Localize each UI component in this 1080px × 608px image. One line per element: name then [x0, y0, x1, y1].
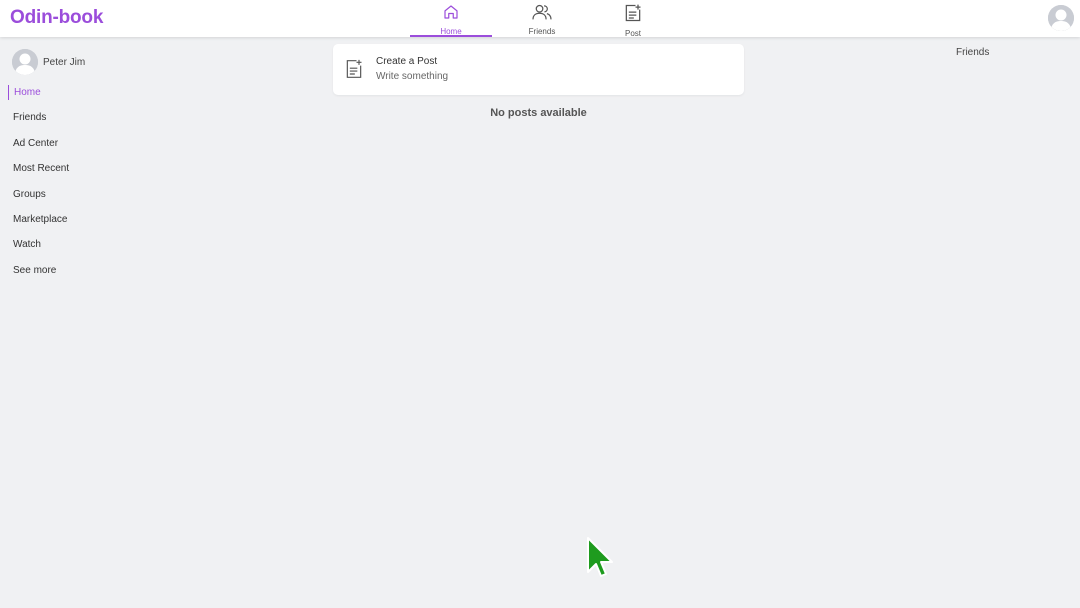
create-post-card[interactable]: Create a Post Write something: [333, 44, 744, 95]
create-post-subtitle: Write something: [376, 71, 449, 82]
sidebar-item-groups[interactable]: Groups: [0, 186, 69, 211]
tab-friends-label: Friends: [528, 27, 556, 36]
mouse-cursor-icon: [586, 536, 614, 585]
friends-icon: [531, 3, 553, 26]
tab-home-label: Home: [440, 27, 462, 36]
sidebar-item-watch[interactable]: Watch: [0, 236, 69, 261]
sidebar-item-see-more[interactable]: See more: [0, 262, 69, 287]
sidebar-item-most-recent[interactable]: Most Recent: [0, 160, 69, 185]
create-post-title: Create a Post: [376, 56, 438, 67]
tab-home[interactable]: Home: [410, 0, 492, 37]
home-icon: [442, 3, 460, 26]
top-bar: Odin-book Home Friends Post: [0, 0, 1080, 38]
sidebar-item-marketplace[interactable]: Marketplace: [0, 211, 69, 236]
account-avatar[interactable]: [1048, 5, 1074, 31]
friends-panel-heading: Friends: [956, 47, 990, 58]
profile-link[interactable]: Peter Jim: [12, 49, 86, 75]
avatar: [12, 49, 38, 75]
tab-post-label: Post: [624, 29, 641, 38]
profile-name: Peter Jim: [43, 56, 86, 68]
sidebar-item-friends[interactable]: Friends: [0, 109, 69, 134]
empty-feed-message: No posts available: [490, 107, 587, 119]
create-post-icon: [344, 58, 364, 85]
user-avatar-icon: [1048, 5, 1074, 31]
brand-logo[interactable]: Odin-book: [10, 7, 103, 29]
post-icon: [623, 3, 643, 28]
sidebar-menu: Home Friends Ad Center Most Recent Group…: [0, 84, 69, 287]
sidebar-item-ad-center[interactable]: Ad Center: [0, 135, 69, 160]
user-avatar-icon: [12, 49, 38, 75]
tab-friends[interactable]: Friends: [501, 0, 583, 37]
tab-post[interactable]: Post: [592, 0, 674, 38]
sidebar-item-home[interactable]: Home: [0, 84, 69, 109]
